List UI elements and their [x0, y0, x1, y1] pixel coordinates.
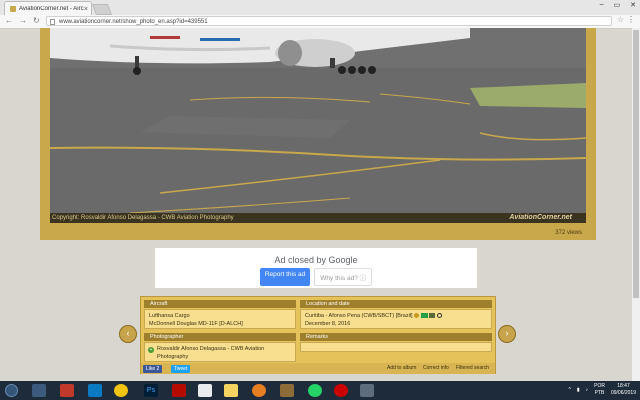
page-info-icon[interactable]	[50, 19, 55, 25]
scrollbar-thumb[interactable]	[633, 30, 639, 298]
paint-icon[interactable]	[198, 384, 212, 397]
location-row: Curitiba - Afonso Pena (CWB/SBCT) [Brazi…	[305, 312, 487, 320]
toolbar: ← → ↻ www.aviationcorner.net/show_photo_…	[0, 15, 640, 29]
volume-icon[interactable]: ♪	[586, 387, 589, 393]
reload-icon[interactable]: ↻	[33, 16, 40, 25]
brazil-flag-icon	[420, 313, 428, 319]
photo-illustration	[50, 28, 586, 213]
remarks-body	[300, 342, 492, 352]
copyright-line: Copyright: Rosvaldir Afonso Delagassa - …	[52, 215, 234, 221]
record-app-icon[interactable]	[334, 384, 348, 397]
airline-link[interactable]: Lufthansa Cargo	[149, 312, 291, 320]
site-watermark: AviationCorner.net	[509, 214, 572, 221]
start-button[interactable]	[5, 384, 18, 397]
info-panel-footer: Like 2 Tweet Add to album Correct info F…	[141, 363, 495, 374]
view-count: 372 views	[555, 230, 582, 236]
copyright-text: Rosvaldir Afonso Delagassa - CWB Aviatio…	[81, 215, 234, 221]
map-icon[interactable]	[429, 313, 436, 319]
chrome-icon[interactable]	[114, 384, 128, 397]
whatsapp-icon[interactable]	[308, 384, 322, 397]
add-photographer-icon[interactable]: +	[148, 347, 154, 353]
photoshop-icon[interactable]: Ps	[144, 384, 158, 397]
location-link[interactable]: Curitiba - Afonso Pena (CWB/SBCT) [Brazi…	[305, 313, 413, 319]
file-explorer-icon[interactable]	[32, 384, 46, 397]
report-ad-button[interactable]: Report this ad	[259, 268, 311, 286]
new-tab-button[interactable]	[91, 4, 113, 15]
aircraft-header: Aircraft	[144, 300, 296, 308]
photo-info-panel: Aircraft Lufthansa Cargo McDonnell Dougl…	[140, 296, 496, 374]
tray-up-arrow-icon[interactable]: ^	[569, 387, 571, 393]
google-brand: Google	[328, 255, 358, 265]
forward-arrow-icon[interactable]: →	[19, 16, 27, 25]
acrobat-icon[interactable]	[172, 384, 186, 397]
tweet-button[interactable]: Tweet	[171, 365, 191, 373]
folder-icon[interactable]	[224, 384, 238, 397]
url-text: www.aviationcorner.net/show_photo_en.asp…	[59, 19, 208, 25]
next-photo-button[interactable]: ›	[498, 325, 516, 343]
aircraft-photo[interactable]	[50, 28, 586, 213]
info-icon: ⓘ	[359, 275, 367, 282]
views-label: views	[566, 230, 582, 236]
clock[interactable]: 18:47 09/06/2019	[611, 383, 636, 397]
facebook-like-button[interactable]: Like 2	[143, 365, 163, 373]
photo-stats-bar: 372 views	[40, 228, 596, 240]
why-this-ad-button[interactable]: Why this ad? ⓘ	[314, 268, 373, 286]
site-favicon-icon	[10, 6, 16, 12]
language-sub: PTB	[594, 390, 605, 396]
ad-closed-text: Ad closed by Google	[155, 255, 477, 265]
previous-photo-button[interactable]: ‹	[119, 325, 137, 343]
language-code: POR	[594, 383, 605, 389]
photo-frame: Copyright: Rosvaldir Afonso Delagassa - …	[40, 28, 596, 240]
filtered-search-link[interactable]: Filtered search	[456, 365, 489, 371]
back-arrow-icon[interactable]: ←	[5, 16, 13, 25]
ad-closed-prefix: Ad closed by	[274, 255, 326, 265]
remarks-header: Remarks	[300, 333, 492, 341]
window-controls: – ▭ ✕	[600, 1, 636, 9]
browser-menu-icon[interactable]: ⋮	[627, 15, 635, 24]
photo-caption: Copyright: Rosvaldir Afonso Delagassa - …	[50, 213, 586, 223]
bookmark-star-icon[interactable]: ☆	[617, 15, 624, 24]
tab-close-icon[interactable]: ×	[84, 6, 88, 13]
teamviewer-icon[interactable]	[88, 384, 102, 397]
clock-date: 09/06/2019	[610, 390, 636, 396]
maximize-button[interactable]: ▭	[614, 1, 621, 9]
app-icon-red[interactable]	[60, 384, 74, 397]
correct-info-link[interactable]: Correct info	[423, 365, 449, 371]
tab-title: AviationCorner.net - Airc	[19, 6, 84, 12]
info-circle-icon[interactable]	[414, 313, 420, 319]
view-count-value: 372	[555, 230, 566, 236]
system-tray: ^ ▮ ♪ POR PTB 18:47 09/06/2019	[569, 383, 637, 397]
language-indicator[interactable]: POR PTB	[594, 383, 605, 397]
page-scrollbar[interactable]	[632, 28, 640, 381]
photographer-details: + Rosvaldir Afonso Delagassa - CWB Aviat…	[144, 342, 296, 362]
aircraft-type-link[interactable]: McDonnell Douglas MD-11F [D-ALCH]	[149, 320, 291, 328]
close-window-button[interactable]: ✕	[630, 1, 636, 9]
generic-app-icon[interactable]	[360, 384, 374, 397]
add-to-album-link[interactable]: Add to album	[387, 365, 416, 371]
photo-date: December 8, 2016	[305, 321, 351, 327]
copyright-label: Copyright	[52, 215, 78, 221]
minimize-button[interactable]: –	[600, 1, 604, 9]
ad-closed-box: Ad closed by Google Report this ad Why t…	[155, 248, 477, 288]
windows-taskbar: Ps ^ ▮ ♪ POR PTB 18:47 09/06/2019	[0, 381, 640, 400]
address-bar[interactable]: www.aviationcorner.net/show_photo_en.asp…	[46, 16, 612, 26]
aircraft-details: Lufthansa Cargo McDonnell Douglas MD-11F…	[144, 309, 296, 329]
network-icon[interactable]: ▮	[577, 387, 580, 393]
clock-time: 18:47	[617, 383, 630, 389]
browser-chrome: AviationCorner.net - Airc × – ▭ ✕ ← → ↻ …	[0, 0, 640, 29]
location-details: Curitiba - Afonso Pena (CWB/SBCT) [Brazi…	[300, 309, 492, 329]
globe-icon[interactable]	[436, 313, 442, 319]
media-app-icon[interactable]	[252, 384, 266, 397]
archive-app-icon[interactable]	[280, 384, 294, 397]
location-header: Location and date	[300, 300, 492, 308]
browser-tab[interactable]: AviationCorner.net - Airc ×	[4, 1, 92, 16]
photographer-link[interactable]: Rosvaldir Afonso Delagassa - CWB Aviatio…	[157, 346, 264, 360]
photographer-header: Photographer	[144, 333, 296, 341]
why-this-ad-label: Why this ad?	[320, 275, 358, 282]
